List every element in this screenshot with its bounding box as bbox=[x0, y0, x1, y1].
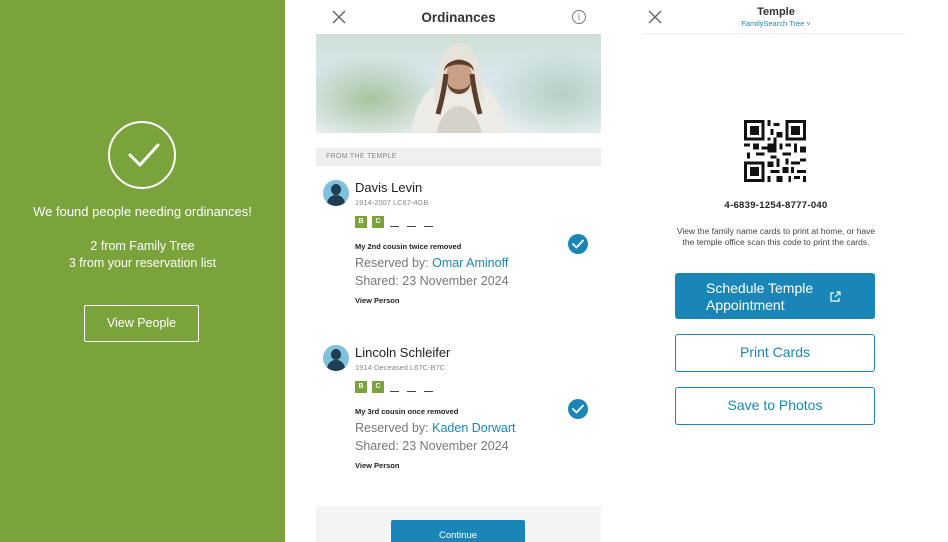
reserved-by: Reserved by: Kaden Dorwart bbox=[355, 421, 516, 435]
ordinances-title: Ordinances bbox=[421, 10, 496, 25]
section-label: FROM THE TEMPLE bbox=[316, 148, 601, 166]
reserved-by: Reserved by: Omar Aminoff bbox=[355, 256, 508, 270]
relationship: My 3rd cousin once removed bbox=[355, 407, 459, 416]
ordinance-pending bbox=[424, 226, 433, 227]
schedule-appointment-label: Schedule Temple Appointment bbox=[706, 280, 814, 313]
ordinances-header: Ordinances i bbox=[316, 0, 601, 34]
ordinance-pending bbox=[407, 226, 416, 227]
person-name: Lincoln Schleifer bbox=[355, 345, 451, 360]
reserved-prefix: Reserved by: bbox=[355, 421, 433, 435]
external-link-icon bbox=[830, 291, 841, 302]
ordinance-pending bbox=[390, 226, 399, 227]
header-divider bbox=[643, 33, 905, 34]
shared-date: Shared: 23 November 2024 bbox=[355, 274, 509, 288]
avatar-icon bbox=[323, 345, 349, 371]
ordinances-panel: Ordinances i FROM THE TEMPLE Davis Levin… bbox=[316, 0, 601, 542]
reservation-count: 3 from your reservation list bbox=[68, 256, 217, 270]
save-to-photos-button[interactable]: Save to Photos bbox=[675, 387, 875, 425]
selected-check-icon[interactable] bbox=[568, 399, 588, 419]
person-meta: 1914-Deceased L67C-B7C bbox=[355, 363, 446, 372]
continue-button[interactable]: Continue bbox=[391, 520, 525, 542]
reserved-prefix: Reserved by: bbox=[355, 256, 433, 270]
ordinances-footer: Continue bbox=[316, 506, 601, 542]
avatar-icon bbox=[323, 180, 349, 206]
person-meta: 1914-2007 LC67-4GB bbox=[355, 198, 429, 207]
screenshot-stage: We found people needing ordinances! 2 fr… bbox=[0, 0, 948, 542]
family-tree-count: 2 from Family Tree bbox=[90, 239, 195, 253]
baptism-badge: B bbox=[355, 381, 367, 393]
person-card[interactable]: Davis Levin 1914-2007 LC67-4GB B C My 2n… bbox=[316, 172, 601, 322]
confirmation-badge: C bbox=[372, 381, 384, 393]
checkmark-icon bbox=[128, 143, 160, 167]
temple-panel: Temple FamilySearch Tree ˅ 4-6839-1254-8… bbox=[631, 0, 948, 542]
temple-code: 4-6839-1254-8777-040 bbox=[724, 200, 828, 211]
shared-date: Shared: 23 November 2024 bbox=[355, 439, 509, 453]
view-person-link[interactable]: View Person bbox=[355, 296, 399, 305]
print-cards-button[interactable]: Print Cards bbox=[675, 334, 875, 372]
ordinance-pending bbox=[407, 391, 416, 392]
relationship: My 2nd cousin twice removed bbox=[355, 242, 462, 251]
person-card[interactable]: Lincoln Schleifer 1914-Deceased L67C-B7C… bbox=[316, 337, 601, 487]
selected-check-icon[interactable] bbox=[568, 234, 588, 254]
reserved-by-link[interactable]: Omar Aminoff bbox=[432, 256, 508, 270]
ordinance-pending bbox=[424, 391, 433, 392]
temple-title: Temple bbox=[757, 6, 795, 18]
schedule-appointment-button[interactable]: Schedule Temple Appointment bbox=[675, 273, 875, 319]
person-name: Davis Levin bbox=[355, 180, 423, 195]
found-message: We found people needing ordinances! bbox=[33, 204, 252, 219]
temple-description: View the family name cards to print at h… bbox=[676, 226, 876, 247]
baptism-badge: B bbox=[355, 216, 367, 228]
hero-figure bbox=[411, 43, 506, 133]
view-person-link[interactable]: View Person bbox=[355, 461, 399, 470]
confirmation-badge: C bbox=[372, 216, 384, 228]
reserved-by-link[interactable]: Kaden Dorwart bbox=[432, 421, 515, 435]
qr-code-icon bbox=[744, 120, 806, 182]
view-people-button[interactable]: View People bbox=[84, 305, 199, 342]
checkmark-circle-icon bbox=[108, 121, 176, 189]
ordinance-pending bbox=[390, 391, 399, 392]
info-icon[interactable]: i bbox=[572, 10, 586, 24]
tree-selector[interactable]: FamilySearch Tree ˅ bbox=[631, 19, 921, 28]
hero-image bbox=[316, 34, 601, 133]
found-people-panel: We found people needing ordinances! 2 fr… bbox=[0, 0, 285, 542]
